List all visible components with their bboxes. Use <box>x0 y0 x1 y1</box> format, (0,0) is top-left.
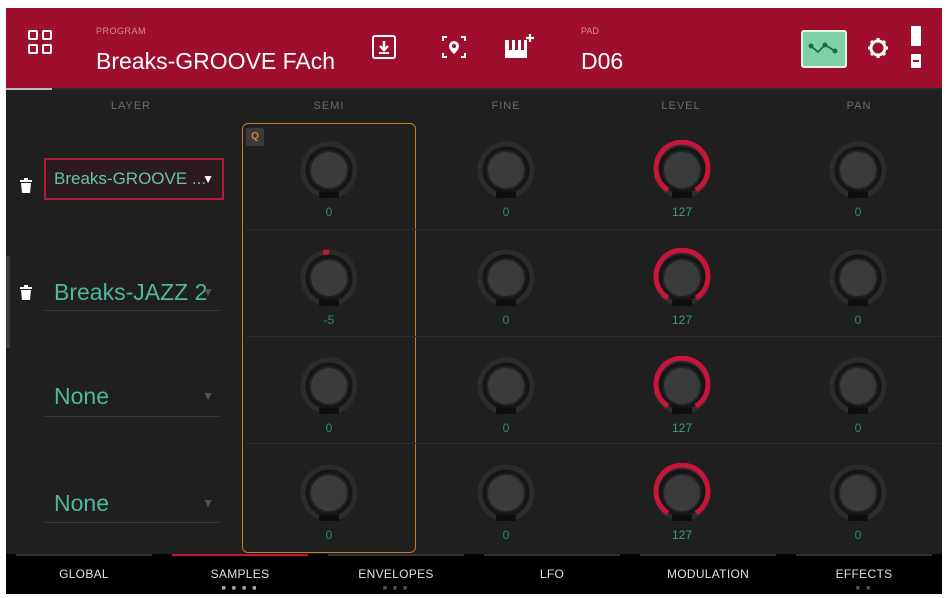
fine-value-layer-3: 0 <box>502 421 510 435</box>
tab-lfo[interactable]: LFO <box>474 554 630 594</box>
semi-value-layer-3: 0 <box>325 421 333 435</box>
knob-level-layer-1[interactable] <box>652 139 712 200</box>
layer-1-sample-name: Breaks-GROOVE ... <box>54 169 207 188</box>
drawer-handle[interactable] <box>6 256 10 348</box>
screen: PROGRAM Breaks-GROOVE FAch PAD D06 LAYER… <box>6 8 942 594</box>
knob-pan-layer-3[interactable] <box>828 356 888 416</box>
tab-label: MODULATION <box>666 567 750 581</box>
column-header-pan: PAN <box>846 100 872 112</box>
semi-value-layer-2: -5 <box>323 313 335 327</box>
column-header-fine: FINE <box>491 100 521 112</box>
fine-value-layer-2: 0 <box>502 313 510 327</box>
tab-label: EFFECTS <box>835 567 893 581</box>
column-header-layer: LAYER <box>110 100 152 112</box>
header-divider <box>6 88 942 90</box>
layer-2-sample-name: Breaks-JAZZ 2 <box>54 279 208 305</box>
knob-semi-layer-3[interactable] <box>299 356 359 416</box>
chevron-down-icon: ▼ <box>202 389 214 403</box>
chevron-down-icon: ▼ <box>202 496 214 510</box>
trash-icon[interactable] <box>20 178 32 194</box>
layer-4-sample-select[interactable]: None ▼ <box>44 482 224 524</box>
knob-level-layer-4[interactable] <box>652 462 712 523</box>
knob-pan-layer-1[interactable] <box>828 140 888 200</box>
page-dots: ■ ■ ■ <box>382 585 410 592</box>
knob-fine-layer-3[interactable] <box>476 356 536 416</box>
tab-label: LFO <box>539 567 565 581</box>
grid-menu-icon[interactable] <box>28 30 56 58</box>
chevron-down-icon: ▼ <box>202 285 214 299</box>
knob-fine-layer-2[interactable] <box>476 248 536 308</box>
pan-value-layer-3: 0 <box>854 421 862 435</box>
chevron-down-icon: ▼ <box>202 172 214 186</box>
pan-value-layer-4: 0 <box>854 528 862 542</box>
fine-value-layer-4: 0 <box>502 528 510 542</box>
layer-4-sample-name: None <box>54 490 109 516</box>
tab-samples[interactable]: SAMPLES ■ ■ ■ ■ <box>162 554 318 594</box>
knob-level-layer-3[interactable] <box>652 355 712 416</box>
download-icon[interactable] <box>371 32 399 62</box>
row-divider <box>246 443 942 444</box>
knob-semi-layer-2[interactable] <box>299 248 359 308</box>
tab-global[interactable]: GLOBAL <box>6 554 162 594</box>
page-dots: ■ ■ ■ ■ <box>221 585 259 592</box>
program-label: PROGRAM <box>96 26 147 36</box>
bottom-nav: GLOBAL SAMPLES ■ ■ ■ ■ ENVELOPES ■ ■ ■ L… <box>6 554 942 594</box>
automation-icon[interactable] <box>801 30 847 68</box>
tab-indicator <box>484 554 620 556</box>
pan-value-layer-1: 0 <box>854 205 862 219</box>
piano-add-icon[interactable] <box>503 32 537 62</box>
tab-envelopes[interactable]: ENVELOPES ■ ■ ■ <box>318 554 474 594</box>
semi-value-layer-1: 0 <box>325 205 333 219</box>
knob-semi-layer-1[interactable] <box>299 140 359 200</box>
layer-3-sample-select[interactable]: None ▼ <box>44 375 224 417</box>
column-header-level: LEVEL <box>661 100 701 112</box>
row-divider <box>246 336 942 337</box>
knob-fine-layer-4[interactable] <box>476 463 536 523</box>
column-header-semi: SEMI <box>313 100 345 112</box>
header-bar: PROGRAM Breaks-GROOVE FAch PAD D06 <box>6 8 942 88</box>
tab-label: SAMPLES <box>210 567 270 581</box>
tab-indicator <box>172 554 308 556</box>
page-dots: ■ ■ <box>855 585 873 592</box>
layer-3-underline <box>44 416 220 417</box>
tab-effects[interactable]: EFFECTS ■ ■ <box>786 554 942 594</box>
pan-value-layer-2: 0 <box>854 313 862 327</box>
level-value-layer-1: 127 <box>671 205 693 219</box>
semi-value-layer-4: 0 <box>325 528 333 542</box>
program-name[interactable]: Breaks-GROOVE FAch <box>96 48 335 75</box>
knob-pan-layer-4[interactable] <box>828 463 888 523</box>
layer-2-sample-select[interactable]: Breaks-JAZZ 2 ▼ <box>44 271 224 313</box>
layer-2-underline <box>44 310 220 311</box>
q-link-badge[interactable]: Q <box>246 128 264 146</box>
fine-value-layer-1: 0 <box>502 205 510 219</box>
level-value-layer-4: 127 <box>671 528 693 542</box>
battery-icon <box>908 24 924 72</box>
level-value-layer-2: 127 <box>671 313 693 327</box>
row-divider <box>246 229 942 230</box>
layer-1-sample-select[interactable]: Breaks-GROOVE ... ▼ <box>44 158 224 200</box>
gear-icon[interactable] <box>866 32 890 62</box>
header-divider-accent <box>6 88 52 90</box>
location-icon[interactable] <box>439 32 467 62</box>
knob-semi-layer-4[interactable] <box>299 463 359 523</box>
pad-name[interactable]: D06 <box>581 48 623 75</box>
knob-level-layer-2[interactable] <box>652 247 712 308</box>
tab-indicator <box>16 554 152 556</box>
trash-icon[interactable] <box>20 285 32 301</box>
tab-indicator <box>796 554 932 556</box>
pad-label: PAD <box>581 26 599 36</box>
layer-3-sample-name: None <box>54 383 109 409</box>
knob-pan-layer-2[interactable] <box>828 248 888 308</box>
level-value-layer-3: 127 <box>671 421 693 435</box>
knob-fine-layer-1[interactable] <box>476 140 536 200</box>
tab-modulation[interactable]: MODULATION <box>630 554 786 594</box>
layer-4-underline <box>44 522 220 523</box>
tab-label: ENVELOPES <box>358 567 434 581</box>
tab-label: GLOBAL <box>59 567 109 581</box>
tab-indicator <box>640 554 776 556</box>
tab-indicator <box>328 554 464 556</box>
